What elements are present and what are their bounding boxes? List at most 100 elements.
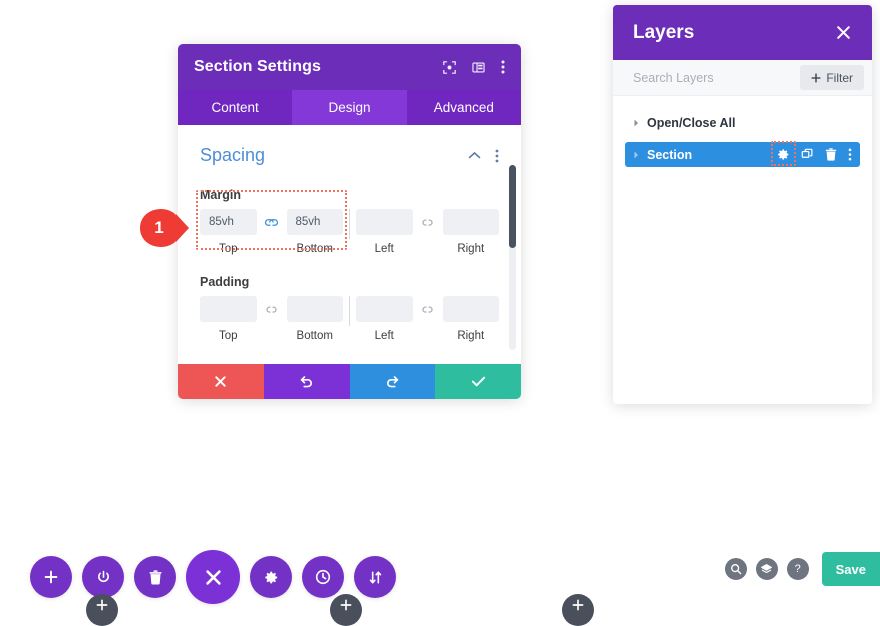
undo-button[interactable]: [263, 364, 350, 399]
spacing-group-title: Spacing: [200, 145, 266, 165]
margin-left-input[interactable]: [356, 209, 413, 235]
settings-gear-icon[interactable]: [250, 556, 292, 598]
delete-icon[interactable]: [825, 148, 837, 161]
close-icon[interactable]: [835, 24, 852, 41]
modal-header-icons: [443, 60, 505, 74]
margin-right-sublabel: Right: [457, 243, 485, 255]
modal-scrollbar[interactable]: [509, 165, 516, 350]
step-marker-1: 1: [138, 208, 190, 248]
layer-row-section[interactable]: Section: [625, 141, 860, 167]
padding-label: Padding: [200, 275, 250, 289]
spacing-group-icons: [468, 149, 499, 163]
sort-arrows-icon[interactable]: [354, 556, 396, 598]
padding-top-bottom-link-icon[interactable]: [257, 303, 287, 335]
margin-bottom-input[interactable]: [286, 209, 343, 235]
cancel-button[interactable]: [178, 364, 264, 399]
save-confirm-button[interactable]: [435, 364, 521, 399]
modal-title: Section Settings: [194, 58, 321, 75]
section-settings-modal: Section Settings Content Design Advanced…: [178, 44, 521, 399]
layers-search-row: Filter: [613, 60, 872, 96]
tab-content[interactable]: Content: [178, 90, 292, 125]
modal-body: Spacing Margin Top: [178, 125, 521, 364]
save-button[interactable]: Save: [821, 552, 880, 586]
layers-header: Layers: [613, 5, 872, 60]
redo-button[interactable]: [349, 364, 436, 399]
add-section-icon[interactable]: [330, 594, 362, 626]
add-section-icon[interactable]: [86, 594, 118, 626]
padding-right-cell: Right: [442, 296, 499, 342]
layout-panel-icon[interactable]: [472, 61, 485, 74]
modal-scrollbar-thumb[interactable]: [509, 165, 516, 248]
step-marker-number: 1: [154, 218, 164, 237]
layer-row-open-close-all[interactable]: Open/Close All: [625, 110, 860, 135]
padding-bottom-input[interactable]: [286, 296, 343, 322]
padding-top-input[interactable]: [200, 296, 257, 322]
layer-actions: [771, 141, 852, 166]
margin-top-sublabel: Top: [218, 243, 238, 255]
margin-top-bottom-pair: Top Bottom: [200, 209, 343, 255]
modal-footer: [178, 364, 521, 399]
margin-top-cell: Top: [200, 209, 257, 255]
zoom-search-icon[interactable]: [724, 558, 747, 580]
tab-design[interactable]: Design: [292, 90, 407, 125]
settings-gear-icon[interactable]: [771, 141, 796, 166]
layers-panel-title: Layers: [633, 21, 695, 43]
history-clock-icon[interactable]: [302, 556, 344, 598]
padding-bottom-sublabel: Bottom: [296, 330, 333, 342]
padding-left-right-link-icon[interactable]: [413, 303, 443, 335]
padding-left-sublabel: Left: [374, 330, 394, 342]
padding-bottom-cell: Bottom: [286, 296, 343, 342]
focus-icon[interactable]: [443, 60, 456, 74]
layers-list: Open/Close All Section: [613, 96, 872, 404]
padding-right-sublabel: Right: [457, 330, 485, 342]
margin-row: Top Bottom Left: [200, 209, 499, 255]
modal-header: Section Settings: [178, 44, 521, 90]
plus-icon: [811, 72, 821, 83]
layers-stack-icon[interactable]: [755, 558, 778, 580]
bottom-right-controls: ? Save: [724, 552, 880, 586]
margin-left-right-pair: Left Right: [356, 209, 499, 255]
padding-left-input[interactable]: [356, 296, 413, 322]
padding-top-cell: Top: [200, 296, 257, 342]
margin-top-input[interactable]: [200, 209, 257, 235]
layers-panel: Layers Filter Open/Close All: [613, 5, 872, 404]
margin-top-bottom-link-icon[interactable]: [257, 216, 287, 248]
add-icon[interactable]: [30, 556, 72, 598]
margin-left-cell: Left: [356, 209, 413, 255]
padding-right-input[interactable]: [442, 296, 499, 322]
chevron-right-icon[interactable]: [629, 151, 643, 159]
chevron-up-icon[interactable]: [468, 151, 481, 160]
padding-top-sublabel: Top: [218, 330, 238, 342]
search-input[interactable]: [633, 70, 801, 85]
power-icon[interactable]: [82, 556, 124, 598]
margin-left-right-link-icon[interactable]: [413, 216, 443, 248]
close-icon[interactable]: [186, 550, 240, 604]
gear-highlight-box: [771, 141, 796, 166]
margin-bottom-sublabel: Bottom: [296, 243, 333, 255]
more-options-icon[interactable]: [495, 149, 499, 163]
more-options-icon[interactable]: [848, 148, 852, 161]
help-icon[interactable]: ?: [786, 558, 809, 580]
more-options-icon[interactable]: [501, 60, 505, 74]
spacing-group-header: Spacing: [200, 145, 499, 166]
padding-left-right-pair: Left Right: [356, 296, 499, 342]
trash-icon[interactable]: [134, 556, 176, 598]
add-section-icon[interactable]: [562, 594, 594, 626]
margin-left-sublabel: Left: [374, 243, 394, 255]
layer-name: Section: [647, 147, 693, 162]
margin-label: Margin: [200, 188, 241, 202]
chevron-right-icon[interactable]: [629, 119, 643, 127]
modal-tabs: Content Design Advanced: [178, 90, 521, 125]
margin-right-input[interactable]: [442, 209, 499, 235]
filter-button[interactable]: Filter: [800, 65, 864, 90]
padding-left-cell: Left: [356, 296, 413, 342]
layer-name: Open/Close All: [647, 115, 736, 130]
margin-right-cell: Right: [442, 209, 499, 255]
padding-row: Top Bottom Left Right: [200, 296, 499, 342]
padding-divider: [349, 296, 350, 326]
filter-button-label: Filter: [826, 70, 853, 85]
margin-bottom-cell: Bottom: [286, 209, 343, 255]
margin-divider: [349, 209, 350, 239]
tab-advanced[interactable]: Advanced: [407, 90, 521, 125]
duplicate-icon[interactable]: [801, 148, 814, 161]
